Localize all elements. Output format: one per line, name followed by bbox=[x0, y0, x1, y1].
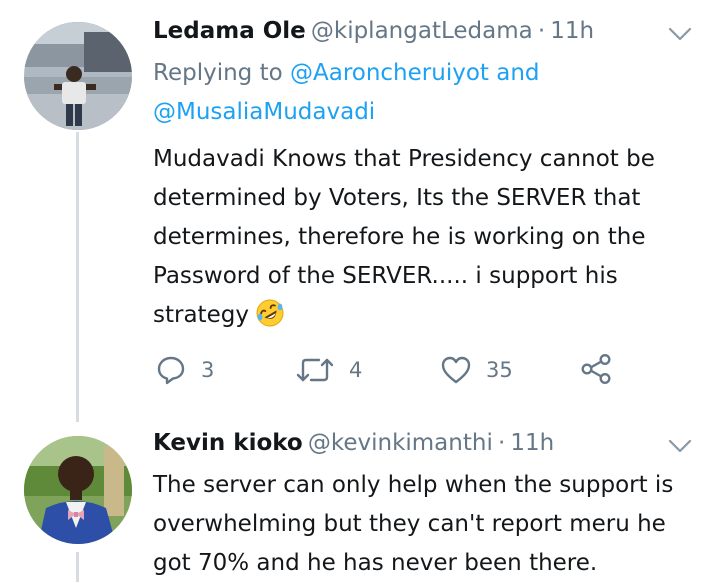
tweet-text-line: determined by Voters, Its the SERVER tha… bbox=[153, 185, 641, 211]
tweet-actions: 3 4 35 bbox=[155, 352, 625, 388]
tweet-text-line: The server can only help when the suppor… bbox=[153, 472, 674, 498]
user-handle[interactable]: @kevinkimanthi bbox=[308, 430, 493, 456]
reply-button[interactable]: 3 bbox=[155, 354, 214, 386]
tweet-text-line: overwhelming but they can't report meru … bbox=[153, 511, 666, 537]
replying-to-line: Replying to @Aaroncheruiyot and @Musalia… bbox=[153, 54, 540, 132]
chevron-down-icon[interactable] bbox=[666, 20, 694, 48]
user-handle[interactable]: @kiplangatLedama bbox=[311, 18, 533, 44]
display-name[interactable]: Ledama Ole bbox=[153, 18, 306, 44]
tweet-ledama-ole[interactable]: Ledama Ole @kiplangatLedama · 11h Replyi… bbox=[0, 0, 720, 420]
retweet-icon bbox=[296, 358, 334, 382]
mention-link[interactable]: @MusaliaMudavadi bbox=[153, 99, 375, 125]
tweet-text: Mudavadi Knows that Presidency cannot be… bbox=[153, 140, 655, 335]
like-button[interactable]: 35 bbox=[440, 354, 513, 386]
tweet-text-line: determines, therefore he is working on t… bbox=[153, 224, 646, 250]
tweet-text-line: Mudavadi Knows that Presidency cannot be bbox=[153, 146, 655, 172]
timestamp[interactable]: 11h bbox=[510, 430, 554, 456]
tweet-header: Kevin kioko @kevinkimanthi · 11h bbox=[153, 430, 554, 456]
avatar-image bbox=[24, 22, 132, 130]
tweet-text: The server can only help when the suppor… bbox=[153, 466, 673, 583]
share-button[interactable] bbox=[579, 352, 613, 386]
avatar-image bbox=[24, 436, 132, 544]
tweet-kevin-kioko[interactable]: Kevin kioko @kevinkimanthi · 11h The ser… bbox=[0, 420, 720, 582]
tweet-text-line-last: strategy bbox=[153, 296, 655, 335]
retweet-count: 4 bbox=[349, 358, 363, 382]
reply-count: 3 bbox=[201, 358, 215, 382]
separator-dot: · bbox=[497, 430, 506, 456]
avatar[interactable] bbox=[24, 436, 132, 544]
avatar[interactable] bbox=[24, 22, 132, 130]
timestamp[interactable]: 11h bbox=[550, 18, 594, 44]
tweet-header: Ledama Ole @kiplangatLedama · 11h bbox=[153, 18, 594, 44]
rolling-laughing-emoji-icon bbox=[256, 299, 284, 327]
chevron-down-icon[interactable] bbox=[666, 432, 694, 460]
share-icon bbox=[581, 353, 611, 385]
heart-icon bbox=[441, 356, 471, 384]
display-name[interactable]: Kevin kioko bbox=[153, 430, 303, 456]
mention-link[interactable]: @Aaroncheruiyot bbox=[290, 60, 489, 86]
retweet-button[interactable]: 4 bbox=[295, 354, 362, 386]
tweet-text-line: Password of the SERVER..... i support hi… bbox=[153, 263, 618, 289]
tweet-text-line: got 70% and he has never been there. bbox=[153, 550, 598, 576]
like-count: 35 bbox=[486, 358, 513, 382]
tweet-text-line: strategy bbox=[153, 302, 249, 328]
mention-and: and bbox=[496, 60, 540, 86]
replying-to-label: Replying to bbox=[153, 60, 283, 86]
reply-icon bbox=[157, 356, 185, 385]
separator-dot: · bbox=[537, 18, 546, 44]
